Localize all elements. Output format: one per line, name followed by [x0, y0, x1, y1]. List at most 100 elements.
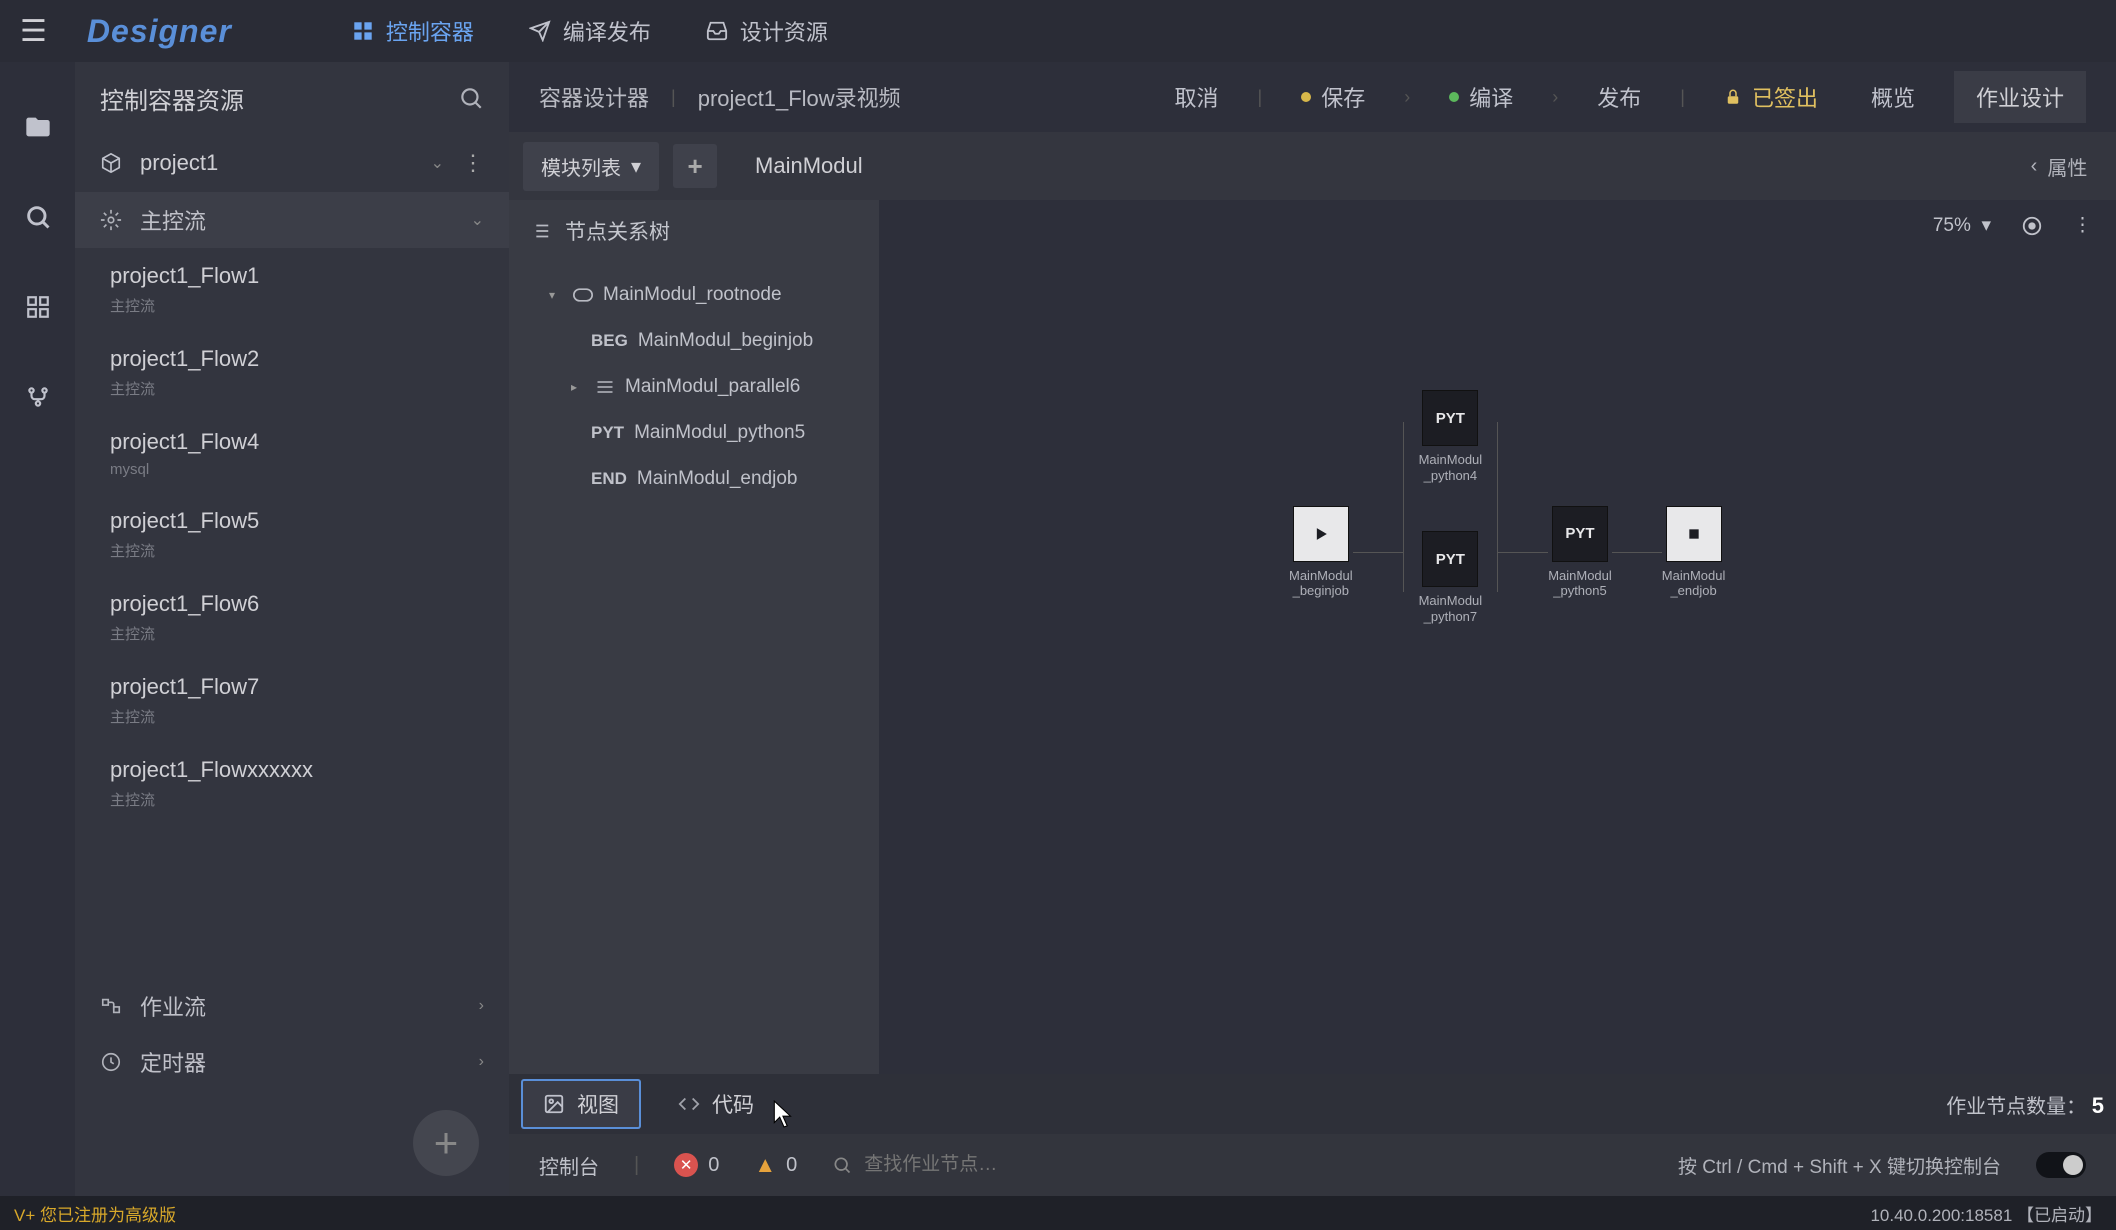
breadcrumb-sep: | — [671, 87, 676, 108]
sidebar: 控制容器资源 project1 ⌄ ⋮ 主控流 ⌄ project1_Flow1… — [75, 62, 509, 1196]
apps-icon[interactable] — [23, 292, 53, 322]
breadcrumb-path: project1_Flow录视频 — [698, 81, 901, 113]
node-python5[interactable]: PYT MainModul_python5 — [1548, 506, 1612, 599]
console-search-input[interactable] — [864, 1154, 1124, 1176]
chevron-left-icon: ‹ — [2031, 155, 2038, 178]
node-python7[interactable]: PYT MainModul_python7 — [1419, 531, 1483, 624]
edge — [1498, 552, 1548, 553]
code-icon — [678, 1093, 700, 1115]
status-dot-icon — [1301, 92, 1311, 102]
flow-item[interactable]: project1_Flow1主控流 — [75, 248, 509, 331]
left-rail — [0, 62, 75, 1196]
console-search[interactable] — [832, 1154, 1124, 1176]
license-status: V+ 您已注册为高级版 — [14, 1201, 176, 1226]
canvas[interactable]: 75% ▾ ⋮ MainModul_beginjob PYT MainModul… — [879, 200, 2116, 1074]
warning-count[interactable]: ▲ 0 — [754, 1152, 797, 1178]
node-begin[interactable]: MainModul_beginjob — [1289, 506, 1353, 599]
project-row[interactable]: project1 ⌄ ⋮ — [75, 134, 509, 192]
flow-item[interactable]: project1_Flow7主控流 — [75, 659, 509, 742]
node-python4[interactable]: PYT MainModul_python4 — [1419, 390, 1483, 483]
warning-icon: ▲ — [754, 1152, 776, 1178]
compile-button[interactable]: 编译 — [1435, 73, 1527, 121]
hamburger-icon[interactable]: ☰ — [20, 14, 47, 49]
cancel-button[interactable]: 取消 — [1161, 73, 1233, 121]
center-icon[interactable] — [2021, 215, 2043, 237]
flow-item[interactable]: project1_Flow4mysql — [75, 414, 509, 493]
gear-icon — [100, 209, 122, 231]
console-toggle[interactable] — [2036, 1152, 2086, 1178]
edge — [1612, 552, 1662, 553]
checkout-status[interactable]: 已签出 — [1710, 73, 1832, 121]
category-label: 定时器 — [140, 1046, 461, 1078]
add-button[interactable]: + — [413, 1110, 479, 1176]
caret-right-icon[interactable]: ▸ — [571, 380, 585, 394]
search-icon[interactable] — [458, 85, 484, 111]
flow-item[interactable]: project1_Flow2主控流 — [75, 331, 509, 414]
list-icon — [529, 220, 551, 242]
add-button-wrap: + — [75, 1090, 509, 1196]
kebab-icon[interactable]: ⋮ — [2073, 214, 2092, 237]
grid-icon — [352, 20, 374, 42]
tree-node[interactable]: BEG MainModul_beginjob — [509, 318, 879, 364]
parallel-icon — [595, 379, 615, 395]
chevron-right-icon[interactable]: › — [479, 1053, 484, 1071]
category-mainflow[interactable]: 主控流 ⌄ — [75, 192, 509, 248]
module-dropdown[interactable]: 模块列表 ▾ — [523, 142, 659, 191]
chevron-down-icon[interactable]: ⌄ — [431, 153, 444, 173]
kebab-icon[interactable]: ⋮ — [462, 150, 484, 176]
tree-node[interactable]: ▸ MainModul_parallel6 — [509, 364, 879, 410]
module-tab[interactable]: MainModul — [731, 143, 887, 189]
console-label[interactable]: 控制台 — [539, 1151, 599, 1180]
node-end[interactable]: MainModul_endjob — [1662, 506, 1726, 599]
flow-graph: MainModul_beginjob PYT MainModul_python4… — [1289, 480, 1725, 624]
tree-node[interactable]: PYT MainModul_python5 — [509, 410, 879, 456]
send-icon — [529, 20, 551, 42]
save-button[interactable]: 保存 — [1287, 73, 1379, 121]
edge — [1353, 552, 1403, 553]
lock-icon — [1724, 88, 1742, 106]
cube-icon — [100, 152, 122, 174]
flow-icon — [100, 995, 122, 1017]
tree-panel: 节点关系树 ▾ MainModul_rootnode BEG MainModul… — [509, 200, 879, 1074]
zoom-level[interactable]: 75% ▾ — [1933, 214, 1991, 237]
preview-button[interactable]: 概览 — [1857, 73, 1929, 121]
properties-panel-toggle[interactable]: ‹ 属性 — [2002, 132, 2116, 200]
nav-resources[interactable]: 设计资源 — [706, 15, 828, 47]
design-tab[interactable]: 作业设计 — [1954, 71, 2086, 123]
chevron-down-icon[interactable]: ⌄ — [471, 210, 484, 230]
flow-item[interactable]: project1_Flow5主控流 — [75, 493, 509, 576]
error-icon: ✕ — [674, 1153, 698, 1177]
flow-list: project1_Flow1主控流 project1_Flow2主控流 proj… — [75, 248, 509, 978]
chevron-right-icon[interactable]: › — [479, 997, 484, 1015]
tree-root[interactable]: ▾ MainModul_rootnode — [509, 272, 879, 318]
flow-item[interactable]: project1_Flowxxxxxx主控流 — [75, 742, 509, 825]
nav-container[interactable]: 控制容器 — [352, 15, 474, 47]
error-count[interactable]: ✕ 0 — [674, 1153, 719, 1177]
nav-label: 设计资源 — [740, 15, 828, 47]
branch-icon[interactable] — [23, 382, 53, 412]
inbox-icon — [706, 20, 728, 42]
tab-code[interactable]: 代码 — [656, 1079, 776, 1129]
add-module-button[interactable]: + — [673, 144, 717, 188]
category-jobflow[interactable]: 作业流 › — [75, 978, 509, 1034]
sidebar-header: 控制容器资源 — [75, 62, 509, 134]
top-nav: 控制容器 编译发布 设计资源 — [352, 15, 828, 47]
tab-view[interactable]: 视图 — [521, 1079, 641, 1129]
image-icon — [543, 1093, 565, 1115]
caret-down-icon: ▾ — [549, 288, 563, 302]
node-count: 作业节点数量： 5 — [1946, 1090, 2104, 1119]
search-icon[interactable] — [23, 202, 53, 232]
sidebar-title: 控制容器资源 — [100, 81, 244, 116]
play-icon — [1311, 524, 1331, 544]
category-label: 主控流 — [140, 204, 453, 236]
folder-icon[interactable] — [23, 112, 53, 142]
flow-item[interactable]: project1_Flow6主控流 — [75, 576, 509, 659]
tree-header: 节点关系树 — [509, 200, 879, 262]
root-icon — [573, 288, 593, 302]
publish-button[interactable]: 发布 — [1583, 73, 1655, 121]
category-timer[interactable]: 定时器 › — [75, 1034, 509, 1090]
tree-node[interactable]: END MainModul_endjob — [509, 456, 879, 502]
nav-compile[interactable]: 编译发布 — [529, 15, 651, 47]
top-header: ☰ Designer 控制容器 编译发布 设计资源 — [0, 0, 2116, 62]
clock-icon — [100, 1051, 122, 1073]
